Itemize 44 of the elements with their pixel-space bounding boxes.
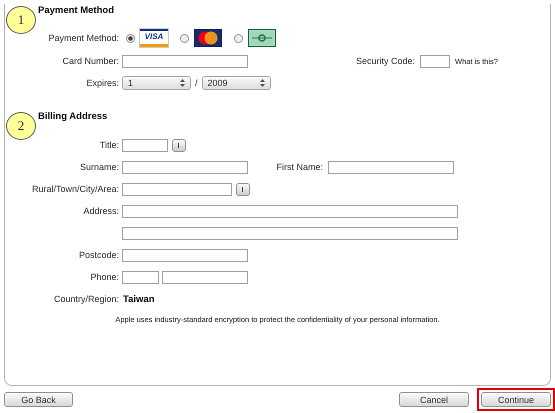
surname-field[interactable] bbox=[122, 160, 248, 174]
section-title: Billing Address bbox=[38, 111, 108, 122]
step-number: 1 bbox=[6, 6, 36, 34]
first-name-field[interactable] bbox=[328, 160, 454, 174]
postcode-field[interactable] bbox=[122, 248, 248, 262]
area-field[interactable] bbox=[122, 182, 232, 196]
field-label: Postcode: bbox=[78, 250, 119, 260]
field-label: Security Code: bbox=[354, 56, 416, 66]
address-field[interactable] bbox=[122, 226, 458, 240]
title-field[interactable] bbox=[122, 138, 168, 152]
month-select[interactable]: 1 bbox=[122, 76, 191, 90]
phone-field[interactable] bbox=[122, 270, 159, 284]
field-label: Title: bbox=[98, 140, 119, 150]
year-select[interactable]: 2009 bbox=[202, 76, 271, 90]
phone-field[interactable] bbox=[162, 270, 248, 284]
dropdown-arrows-icon bbox=[180, 79, 185, 87]
field-label: Phone: bbox=[89, 272, 119, 282]
step-number: 2 bbox=[6, 112, 36, 140]
visa-card-logo: VISA bbox=[140, 29, 168, 47]
field-label: Country/Region: bbox=[52, 294, 119, 304]
address-field[interactable] bbox=[122, 204, 458, 218]
radio-button[interactable] bbox=[234, 34, 243, 42]
section-title: Payment Method bbox=[38, 5, 114, 16]
radio-button[interactable] bbox=[180, 34, 189, 42]
field-label: Rural/Town/City/Area: bbox=[30, 184, 119, 194]
field-label: Surname: bbox=[78, 162, 119, 172]
security-code-field[interactable] bbox=[420, 54, 450, 68]
stepper-button[interactable] bbox=[236, 182, 250, 196]
dropdown-arrows-icon bbox=[260, 79, 265, 87]
cancel-button[interactable]: Cancel bbox=[399, 392, 469, 407]
country-value: Taiwan bbox=[123, 294, 154, 304]
field-label: Address: bbox=[82, 206, 119, 216]
field-label: Payment Method: bbox=[47, 33, 119, 43]
mastercard-logo bbox=[194, 29, 222, 47]
field-label: First Name: bbox=[275, 162, 324, 172]
separator-text: / bbox=[195, 78, 198, 88]
bank-card-icon bbox=[248, 29, 276, 47]
back-button[interactable]: Go Back bbox=[4, 392, 73, 407]
stepper-button[interactable] bbox=[172, 138, 186, 152]
field-label: Expires: bbox=[85, 78, 119, 88]
field-label: Card Number: bbox=[61, 56, 119, 66]
card-number-field[interactable] bbox=[122, 54, 248, 68]
continue-button[interactable]: Continue bbox=[481, 392, 551, 407]
radio-button[interactable] bbox=[126, 34, 135, 42]
